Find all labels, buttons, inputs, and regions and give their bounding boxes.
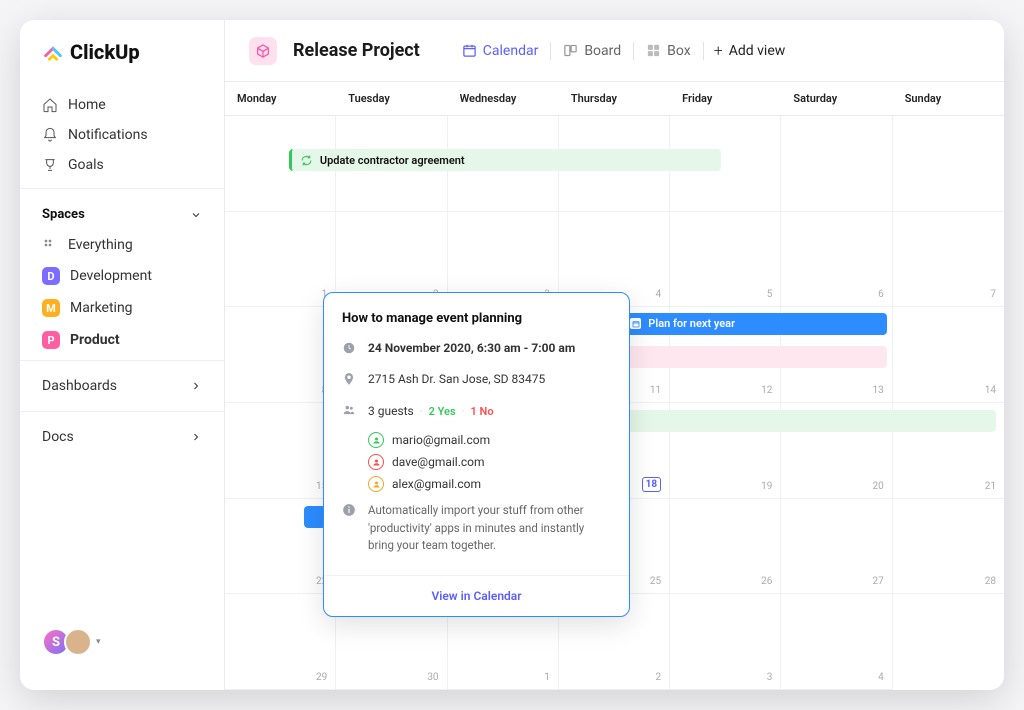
home-icon [42,97,58,113]
tab-board-label: Board [584,43,621,59]
calendar-small-icon [630,318,641,329]
space-badge: D [42,267,60,285]
avatar-photo [64,628,92,656]
popover-datetime: 24 November 2020, 6:30 am - 7:00 am [368,340,575,360]
guest-row: dave@gmail.com [368,454,611,470]
space-everything-label: Everything [68,237,133,253]
event-next-year[interactable]: Plan for next year [622,313,887,335]
day-header: Saturday [781,82,892,115]
menu-dashboards-label: Dashboards [42,378,117,394]
nav-home[interactable]: Home [20,90,224,120]
tab-box[interactable]: Box [636,38,701,64]
menu-dashboards[interactable]: Dashboards [20,365,224,407]
day-header: Wednesday [448,82,559,115]
clock-icon [342,341,356,360]
event-label: Update contractor agreement [320,154,465,167]
menu-docs[interactable]: Docs [20,416,224,458]
guest-email: mario@gmail.com [392,433,490,447]
nav-notifications[interactable]: Notifications [20,120,224,150]
space-marketing[interactable]: M Marketing [20,292,224,324]
refresh-icon [300,154,313,167]
logo[interactable]: ClickUp [20,40,224,86]
popover-description: Automatically import your stuff from oth… [368,502,611,554]
guest-no: 1 No [471,404,494,419]
guest-email: alex@gmail.com [392,477,481,491]
view-in-calendar-button[interactable]: View in Calendar [324,575,629,616]
space-label: Product [70,332,120,348]
spaces-label: Spaces [42,207,85,222]
guest-row: alex@gmail.com [368,476,611,492]
space-development[interactable]: D Development [20,260,224,292]
calendar-icon [462,43,477,58]
day-header: Monday [225,82,336,115]
tab-calendar[interactable]: Calendar [452,38,549,64]
people-icon [342,403,356,422]
location-icon [342,372,356,391]
space-badge: P [42,331,60,349]
event-pink[interactable] [622,346,887,368]
space-product[interactable]: P Product [20,324,224,356]
brand-name: ClickUp [70,40,140,64]
popover-location: 2715 Ash Dr. San Jose, SD 83475 [368,371,545,391]
event-popover: How to manage event planning 24 November… [323,292,630,617]
add-view-label: Add view [729,43,786,59]
space-label: Marketing [70,300,133,316]
space-badge: M [42,299,60,317]
guest-avatar-icon [368,432,384,448]
box-icon [646,43,661,58]
board-icon [563,43,578,58]
day-header: Thursday [559,82,670,115]
tab-board[interactable]: Board [553,38,631,64]
popover-title: How to manage event planning [342,311,611,326]
event-label: Plan for next year [648,317,735,330]
guest-row: mario@gmail.com [368,432,611,448]
space-everything[interactable]: Everything [20,230,224,260]
guest-count: 3 guests [368,403,414,420]
caret-down-icon: ▾ [96,637,101,647]
guest-avatar-icon [368,476,384,492]
menu-docs-label: Docs [42,429,74,445]
info-icon [342,503,356,554]
guest-avatar-icon [368,454,384,470]
add-view-button[interactable]: + Add view [706,36,794,65]
event-green[interactable] [622,410,996,432]
tab-box-label: Box [667,43,691,59]
plus-icon: + [714,41,723,60]
nav-goals-label: Goals [68,157,104,173]
day-header: Friday [670,82,781,115]
user-switcher[interactable]: S ▾ [20,628,224,670]
nav-goals[interactable]: Goals [20,150,224,180]
project-icon [249,37,277,65]
nav-notifications-label: Notifications [68,127,148,143]
day-header: Sunday [893,82,1004,115]
event-contractor[interactable]: Update contractor agreement [289,149,721,171]
chevron-right-icon [190,431,202,443]
trophy-icon [42,157,58,173]
nav-home-label: Home [68,97,106,113]
chevron-right-icon [190,380,202,392]
tab-calendar-label: Calendar [483,43,539,59]
grid-dots-icon [42,237,58,253]
space-label: Development [70,268,152,284]
chevron-down-icon [190,209,202,221]
guest-yes: 2 Yes [429,404,456,419]
guest-email: dave@gmail.com [392,455,485,469]
spaces-header[interactable]: Spaces [20,193,224,230]
project-title: Release Project [293,40,420,61]
day-header: Tuesday [336,82,447,115]
bell-icon [42,127,58,143]
